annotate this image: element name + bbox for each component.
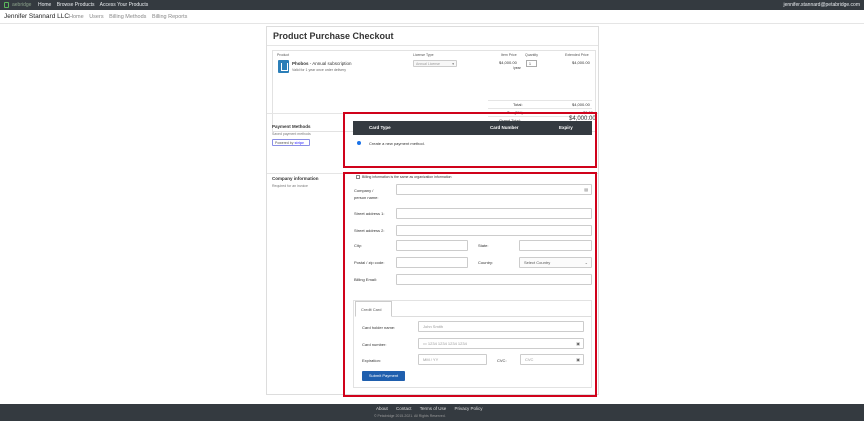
state-input[interactable]: [519, 240, 592, 251]
powered-by-stripe-badge: Powered by stripe: [272, 139, 310, 146]
state-label: State:: [478, 243, 489, 248]
street1-input[interactable]: [396, 208, 592, 219]
col-card-type: Card Type: [369, 125, 391, 130]
org-nav-users[interactable]: Users: [89, 14, 103, 20]
cvc-card-icon: ▣: [576, 357, 580, 362]
same-as-org-checkbox[interactable]: [356, 175, 360, 179]
product-icon: [278, 60, 289, 73]
user-email-menu[interactable]: jennifer.stannard@petabridge.com: [783, 0, 860, 10]
card-holder-input[interactable]: John Smith: [418, 321, 584, 332]
street2-input[interactable]: [396, 225, 592, 236]
item-price-unit: /year: [513, 66, 521, 70]
item-price: $4,000.00: [499, 60, 517, 65]
header-product: Product: [277, 53, 290, 57]
license-type-select[interactable]: Annual License ▾: [413, 60, 457, 67]
footer-contact[interactable]: Contact: [396, 406, 412, 411]
page-title: Product Purchase Checkout: [273, 31, 394, 41]
expiration-label: Expiration:: [362, 358, 381, 363]
payment-methods-table-header: Card Type Card Number Expiry: [353, 121, 592, 135]
country-label: Country:: [478, 260, 494, 265]
country-select[interactable]: Select Country ⌄: [519, 257, 592, 268]
expiration-input[interactable]: MM / YY: [418, 354, 487, 365]
totals-divider: [488, 100, 592, 101]
extended-price: $4,000.00: [572, 60, 590, 65]
contact-card-icon: ▤: [584, 187, 588, 192]
company-info-sub: Required for an invoice: [272, 184, 308, 188]
footer: About Contact Terms of Use Privacy Polic…: [0, 404, 864, 421]
footer-privacy[interactable]: Privacy Policy: [455, 406, 483, 411]
footer-links: About Contact Terms of Use Privacy Polic…: [376, 406, 490, 411]
brand-logo-text[interactable]: aebridge: [12, 0, 31, 10]
header-item-price: Item Price: [501, 53, 517, 57]
product-valid-text: Valid for 1 year once order delivery: [292, 68, 347, 72]
total-label: Total:: [513, 102, 523, 107]
footer-copyright: © Petabridge 2015-2021. All Rights Reser…: [374, 414, 446, 418]
col-card-number: Card Number: [490, 125, 519, 130]
col-expiry: Expiry: [559, 125, 573, 130]
card-number-label: Card number:: [362, 342, 387, 347]
totals-divider: [488, 108, 592, 109]
company-name-input[interactable]: ▤: [396, 184, 592, 195]
company-name-label: Company /: [354, 188, 374, 193]
product-name: Phobos - Annual subscription: [292, 61, 352, 66]
postal-input[interactable]: [396, 257, 468, 268]
header-quantity: Quantity: [525, 53, 539, 57]
top-nav: Home Browse Products Access Your Product…: [38, 0, 152, 10]
card-number-input[interactable]: ▭ 1234 1234 1234 1234 ▣: [418, 338, 584, 349]
city-label: City:: [354, 243, 362, 248]
org-nav: Home Users Billing Methods Billing Repor…: [69, 10, 191, 24]
same-as-org-label[interactable]: Billing information is the same as organ…: [362, 175, 452, 179]
city-input[interactable]: [396, 240, 468, 251]
footer-terms[interactable]: Terms of Use: [420, 406, 447, 411]
postal-label: Postal / zip code:: [354, 260, 385, 265]
payment-methods-sub: Saved payment methods: [272, 132, 311, 136]
footer-about[interactable]: About: [376, 406, 388, 411]
payment-methods-label: Payment Methods: [272, 124, 311, 129]
billing-email-input[interactable]: [396, 274, 592, 285]
tab-credit-card[interactable]: Credit Card: [355, 301, 392, 317]
brand-logo-icon[interactable]: [4, 2, 9, 8]
submit-payment-button[interactable]: Submit Payment: [362, 371, 405, 381]
header-license-type: License Type: [413, 53, 434, 57]
org-nav-billing-reports[interactable]: Billing Reports: [152, 14, 187, 20]
company-name-label-2: person name:: [354, 195, 379, 200]
org-nav-home[interactable]: Home: [69, 14, 84, 20]
card-holder-label: Card holder name:: [362, 325, 396, 330]
company-info-label: Company information: [272, 176, 319, 181]
card-scan-icon: ▣: [576, 341, 580, 346]
header-extended-price: Extended Price: [565, 53, 589, 57]
billing-email-label: Billing Email:: [354, 277, 377, 282]
org-subnav: Jennifer Stannard LLC Home Users Billing…: [0, 10, 864, 24]
tab-underline: [392, 316, 591, 317]
nav-browse-products[interactable]: Browse Products: [57, 2, 95, 8]
top-navbar: aebridge Home Browse Products Access You…: [0, 0, 864, 10]
nav-access-products[interactable]: Access Your Products: [100, 2, 149, 8]
title-divider: [267, 45, 598, 46]
org-name[interactable]: Jennifer Stannard LLC: [4, 10, 69, 24]
nav-home[interactable]: Home: [38, 2, 51, 8]
create-new-payment-label[interactable]: Create a new payment method.: [369, 141, 425, 146]
chevron-down-icon: ⌄: [584, 260, 588, 265]
chevron-down-icon: ▾: [452, 62, 454, 66]
cvc-input[interactable]: CVC ▣: [520, 354, 584, 365]
create-new-payment-radio[interactable]: [357, 141, 361, 145]
street1-label: Street address 1:: [354, 211, 385, 216]
total-value: $4,000.00: [572, 102, 590, 107]
street2-label: Street address 2:: [354, 228, 385, 233]
cvc-label: CVC:: [497, 358, 507, 363]
org-nav-billing-methods[interactable]: Billing Methods: [109, 14, 146, 20]
quantity-input[interactable]: 1: [526, 60, 537, 67]
